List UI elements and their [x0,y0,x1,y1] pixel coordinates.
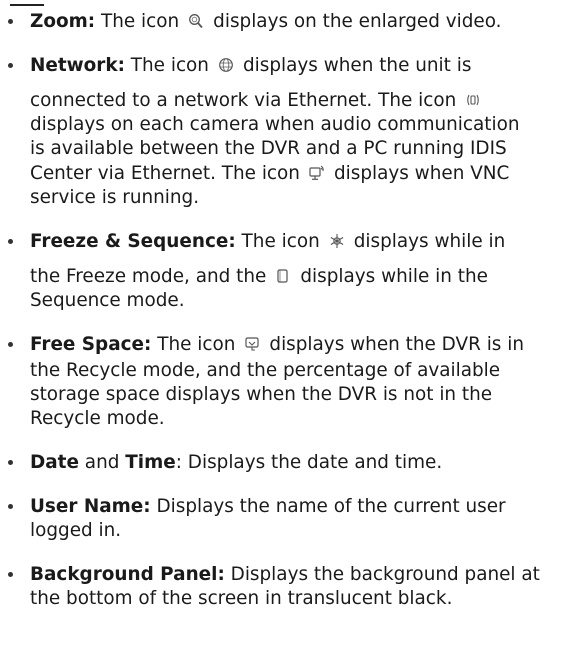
network-line-5: Center via Ethernet. The icon displays w… [30,163,510,184]
bullet [8,63,13,68]
free-space-line-3: storage space displays when the DVR is n… [30,384,493,405]
vnc-icon [308,164,326,182]
bullet [8,504,13,509]
term-background-panel: Background Panel: [30,564,225,585]
term-network: Network: [30,55,125,76]
date-time-line-1: Date and Time: Displays the date and tim… [30,452,443,473]
network-line-6: service is running. [30,187,200,208]
user-name-line-2: logged in. [30,520,122,541]
recycle-icon [243,335,261,353]
audio-icon [464,91,482,109]
term-time: Time [125,452,176,473]
magnifier-icon [187,12,205,30]
freeze-icon [328,232,346,250]
background-panel-line-1: Background Panel: Displays the backgroun… [30,564,540,585]
zoom-line-1: Zoom: The icon displays on the enlarged … [30,11,502,32]
term-zoom: Zoom: [30,11,96,32]
free-space-line-4: Recycle mode. [30,408,165,429]
term-user-name: User Name: [30,496,151,517]
globe-icon [217,56,235,74]
network-line-2: connected to a network via Ethernet. The… [30,89,490,113]
bullet [8,460,13,465]
sequence-icon [274,267,292,285]
free-space-line-2: the Recycle mode, and the percentage of … [30,360,501,381]
bullet [8,572,13,577]
term-freeze-sequence: Freeze & Sequence: [30,231,236,252]
bullet [8,342,13,347]
term-date: Date [30,452,79,473]
network-line-4: is available between the DVR and a PC ru… [30,138,507,159]
background-panel-line-2: the bottom of the screen in translucent … [30,588,453,609]
term-free-space: Free Space: [30,334,152,355]
user-name-line-1: User Name: Displays the name of the curr… [30,496,506,517]
freeze-line-1: Freeze & Sequence: The icon displays whi… [30,231,506,252]
freeze-line-2: the Freeze mode, and the displays while … [30,266,488,287]
free-space-line-1: Free Space: The icon displays when the D… [30,334,525,355]
bullet [8,239,13,244]
network-line-3: displays on each camera when audio commu… [30,114,520,135]
bullet [8,19,13,24]
freeze-line-3: Sequence mode. [30,290,185,311]
network-line-1: Network: The icon displays when the unit… [30,55,472,76]
section-top-rule [10,4,44,6]
